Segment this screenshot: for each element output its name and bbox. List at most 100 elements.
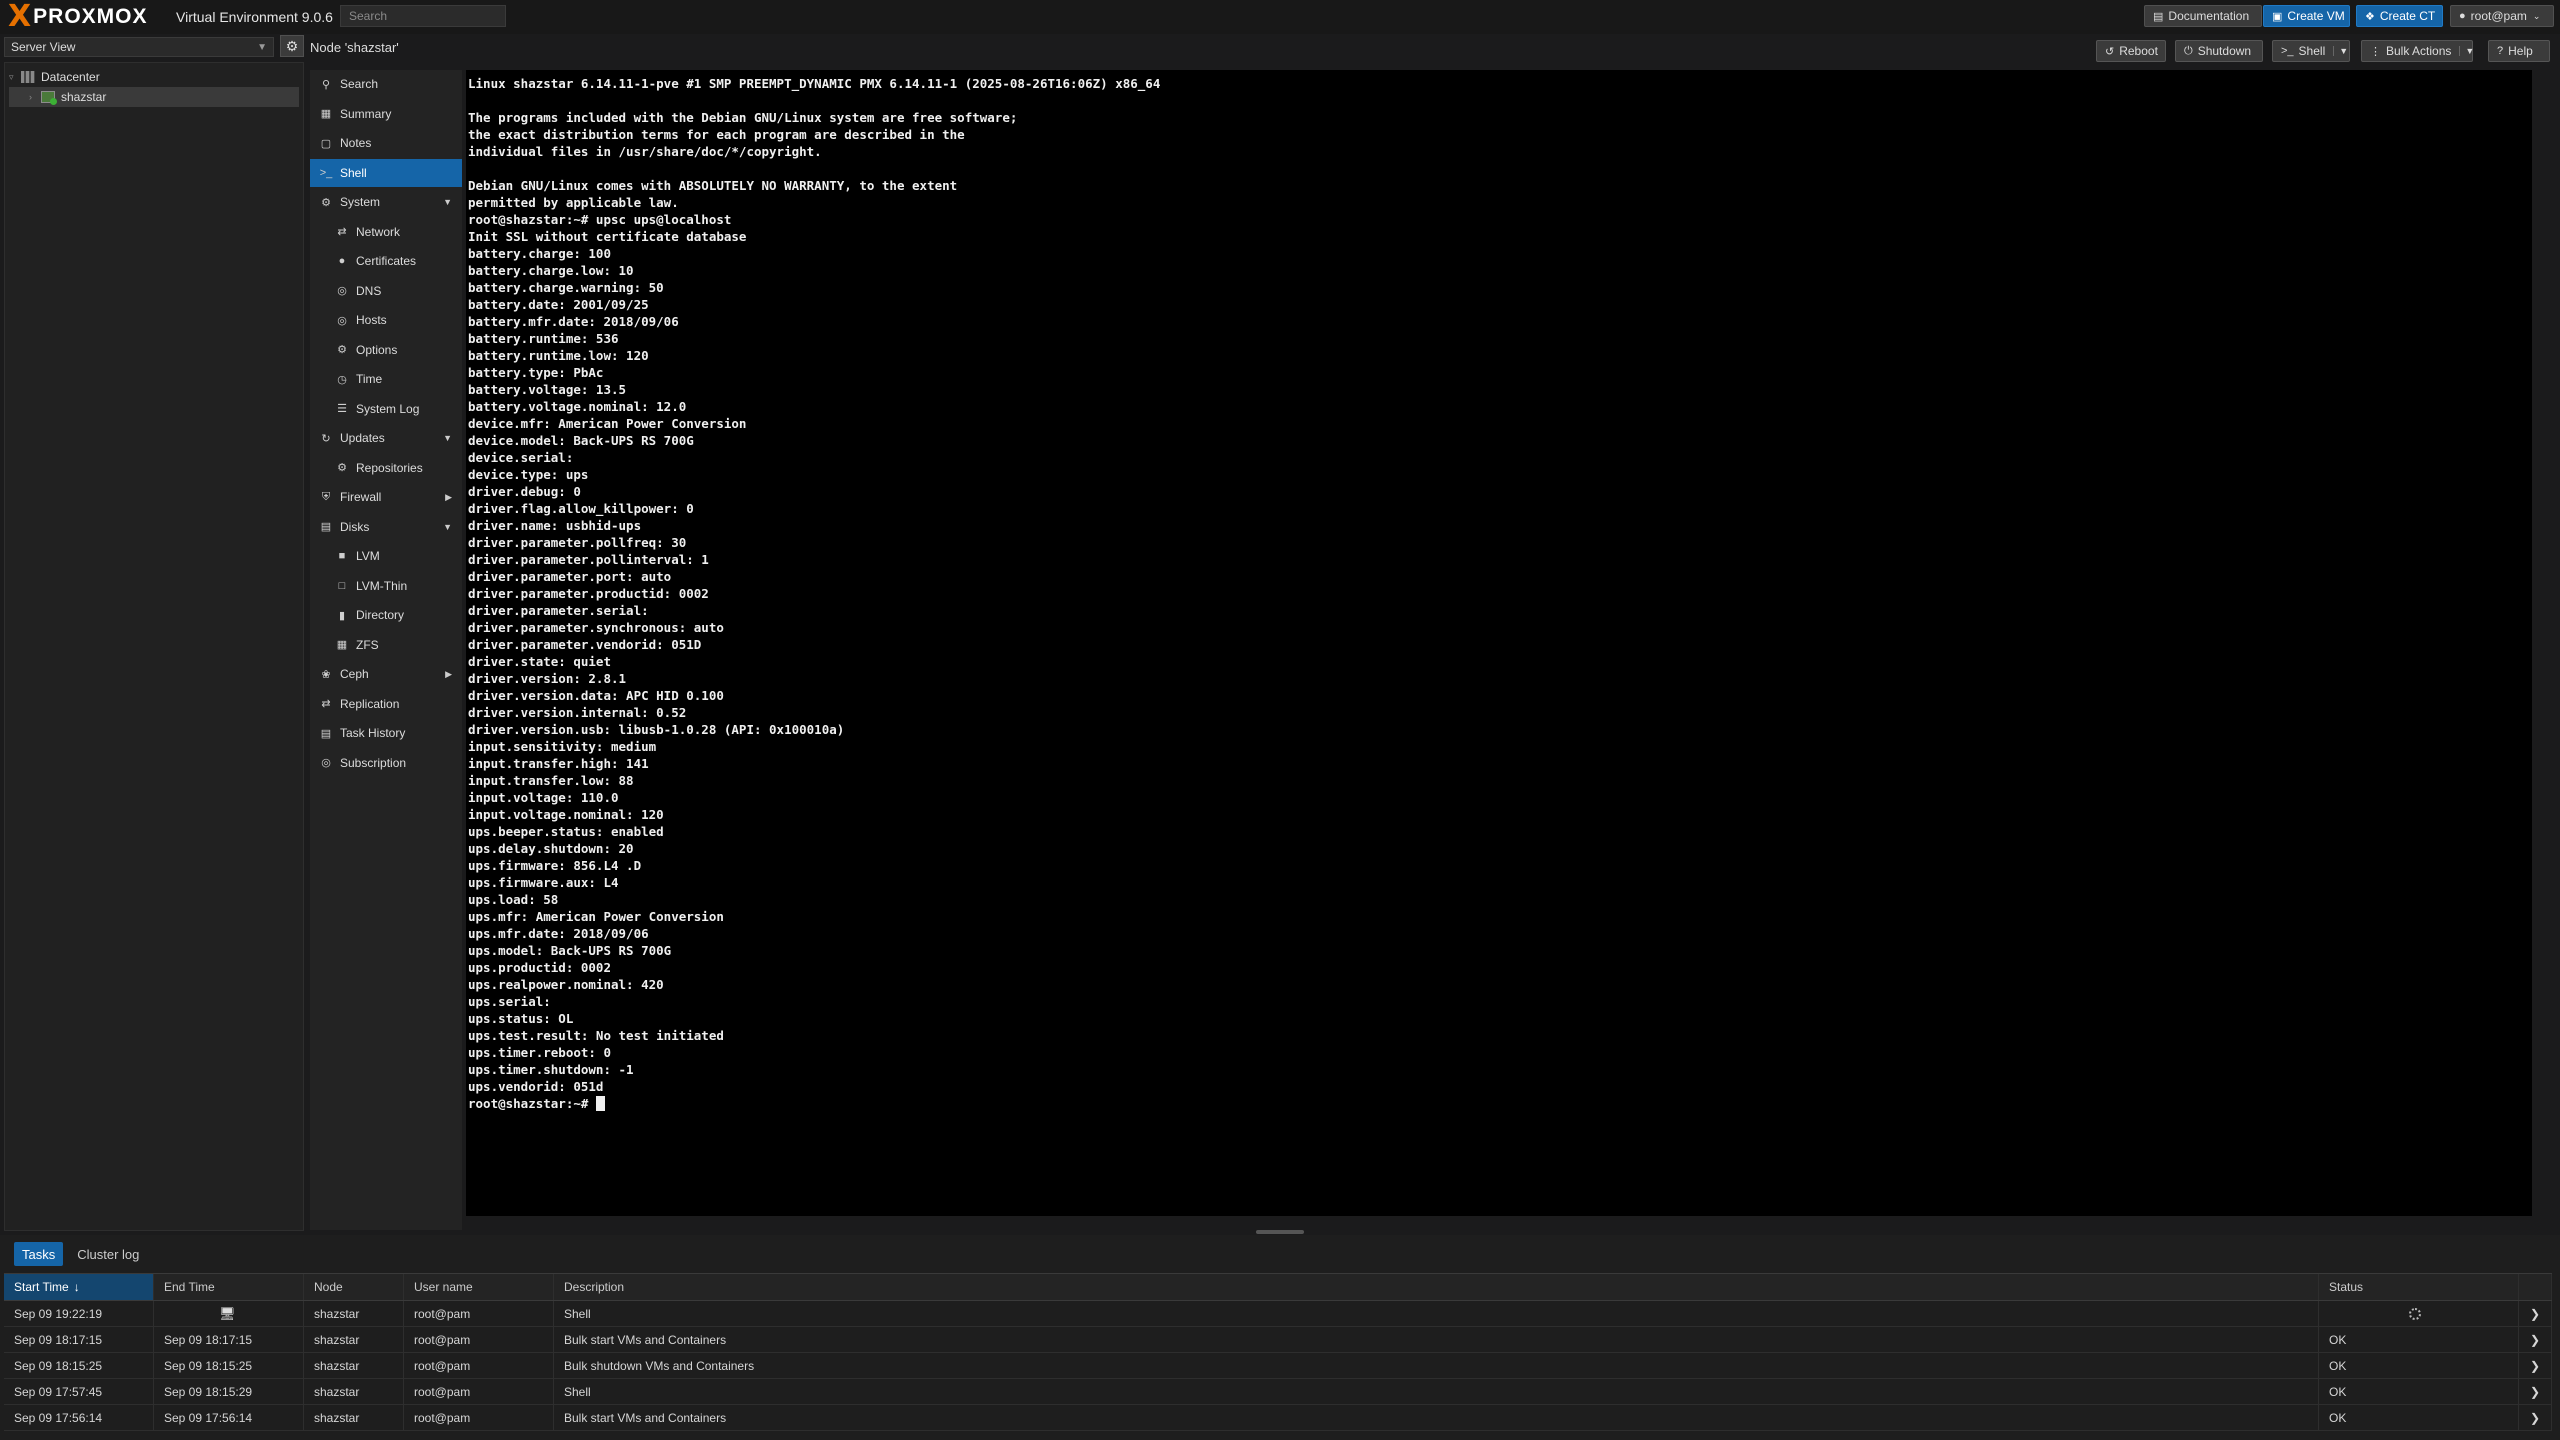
cell-node: shazstar	[304, 1405, 404, 1430]
column-start-time[interactable]: Start Time ↓	[4, 1274, 154, 1300]
menu-item-hosts[interactable]: ◎ Hosts	[310, 306, 462, 334]
chevron-down-icon: ▼	[2333, 46, 2348, 56]
column-end-time[interactable]: End Time	[154, 1274, 304, 1300]
tab-cluster-log[interactable]: Cluster log	[69, 1242, 147, 1266]
cell-user: root@pam	[404, 1353, 554, 1378]
cell-start: Sep 09 17:56:14	[4, 1405, 154, 1430]
caret-down-icon[interactable]: ▼	[443, 197, 452, 207]
menu-item-ceph[interactable]: ❀ Ceph ▶	[310, 660, 462, 688]
server-view-select[interactable]: Server View ▼	[4, 37, 274, 57]
cell-status: OK	[2319, 1327, 2519, 1352]
gear-icon[interactable]: ⚙	[280, 35, 304, 57]
monitor-icon: 🖥	[219, 1305, 236, 1321]
help-button[interactable]: ? Help	[2488, 40, 2550, 62]
cell-user: root@pam	[404, 1405, 554, 1430]
cell-end: Sep 09 18:15:29	[154, 1379, 304, 1404]
menu-item-label: DNS	[356, 283, 382, 298]
table-row[interactable]: Sep 09 17:56:14 Sep 09 17:56:14 shazstar ro…	[4, 1405, 2552, 1431]
ellipsis-icon: ⋮	[2370, 45, 2381, 58]
menu-item-subscription[interactable]: ◎ Subscription	[310, 749, 462, 777]
menu-item-label: Certificates	[356, 254, 417, 268]
column-status[interactable]: Status	[2319, 1274, 2519, 1300]
shell-terminal[interactable]: Linux shazstar 6.14.11-1-pve #1 SMP PREE…	[466, 70, 2532, 1216]
menu-item-zfs[interactable]: ▦ ZFS	[310, 631, 462, 659]
menu-item-label: Hosts	[356, 313, 387, 327]
collapse-icon[interactable]: ▿	[9, 72, 21, 83]
menu-item-updates[interactable]: ↻ Updates ▼	[310, 424, 462, 452]
caret-down-icon[interactable]: ▼	[443, 433, 452, 443]
chevron-right-icon[interactable]: ❯	[2519, 1379, 2552, 1404]
reboot-button[interactable]: ↺ Reboot	[2096, 40, 2166, 62]
menu-item-shell[interactable]: >_ Shell	[310, 158, 462, 187]
menu-item-certificates[interactable]: ● Certificates	[310, 247, 462, 275]
table-row[interactable]: Sep 09 18:15:25 Sep 09 18:15:25 shazstar ro…	[4, 1353, 2552, 1379]
menu-item-directory[interactable]: ▮ Directory	[310, 601, 462, 629]
tree-item-datacenter[interactable]: ▿ Datacenter	[9, 67, 299, 87]
bulk-actions-button[interactable]: ⋮ Bulk Actions ▼	[2361, 40, 2474, 62]
proxmox-logo[interactable]: X PROXMOX	[8, 2, 148, 32]
menu-item-label: Disks	[340, 519, 370, 534]
chevron-right-icon[interactable]: ❯	[2519, 1405, 2552, 1430]
table-row[interactable]: Sep 09 17:57:45 Sep 09 18:15:29 shazstar ro…	[4, 1379, 2552, 1405]
chevron-right-icon[interactable]: ❯	[2519, 1327, 2552, 1352]
menu-item-dns[interactable]: ◎ DNS	[310, 277, 462, 305]
menu-item-label: LVM	[356, 549, 380, 563]
menu-item-time[interactable]: ◷ Time	[310, 365, 462, 393]
caret-down-icon[interactable]: ▼	[443, 522, 452, 532]
tree-item-node[interactable]: › shazstar	[9, 87, 299, 107]
menu-item-label: Subscription	[340, 755, 407, 770]
menu-item-repositories[interactable]: ⚙ Repositories	[310, 454, 462, 482]
caret-right-icon[interactable]: ▶	[445, 669, 452, 680]
menu-item-label: Time	[356, 372, 383, 386]
chevron-right-icon[interactable]: ❯	[2519, 1353, 2552, 1378]
menu-item-notes[interactable]: ▢ Notes	[310, 129, 462, 157]
grid-header: Start Time ↓ End Time Node User name Desc…	[4, 1273, 2552, 1301]
cell-start: Sep 09 18:17:15	[4, 1327, 154, 1352]
column-user[interactable]: User name	[404, 1274, 554, 1300]
caret-right-icon[interactable]: ▶	[445, 492, 452, 503]
menu-item-replication[interactable]: ⇄ Replication	[310, 690, 462, 718]
menu-item-lvm-thin[interactable]: □ LVM-Thin	[310, 572, 462, 600]
cell-status: OK	[2319, 1379, 2519, 1404]
menu-item-system[interactable]: ⚙ System ▼	[310, 188, 462, 216]
cube-icon: ❖	[2365, 10, 2375, 23]
cell-user: root@pam	[404, 1327, 554, 1352]
cell-node: shazstar	[304, 1379, 404, 1404]
search-input[interactable]	[340, 5, 506, 27]
cell-node: shazstar	[304, 1301, 404, 1326]
menu-item-options[interactable]: ⚙ Options	[310, 336, 462, 364]
column-node[interactable]: Node	[304, 1274, 404, 1300]
user-menu-button[interactable]: ● root@pam ⌄	[2450, 5, 2554, 27]
cell-end: 🖥	[154, 1301, 304, 1326]
menu-item-system-log[interactable]: ☰ System Log	[310, 395, 462, 423]
menu-item-firewall[interactable]: ⛨ Firewall ▶	[310, 483, 462, 511]
top-bar: X PROXMOX Virtual Environment 9.0.6 ▤Doc…	[0, 0, 2560, 34]
column-description[interactable]: Description	[554, 1274, 2319, 1300]
table-row[interactable]: Sep 09 18:17:15 Sep 09 18:17:15 shazstar ro…	[4, 1327, 2552, 1353]
log-panel: Tasks Cluster log Start Time ↓ End Time N…	[0, 1235, 2560, 1440]
tab-tasks[interactable]: Tasks	[14, 1242, 64, 1266]
shell-button[interactable]: >_ Shell ▼	[2272, 40, 2350, 62]
menu-item-lvm[interactable]: ■ LVM	[310, 542, 462, 570]
menu-item-disks[interactable]: ▤ Disks ▼	[310, 513, 462, 541]
shutdown-button[interactable]: ⏻ Shutdown	[2175, 40, 2263, 62]
menu-item-network[interactable]: ⇄ Network	[310, 218, 462, 246]
menu-item-summary[interactable]: ▦ Summary	[310, 100, 462, 128]
menu-item-task-history[interactable]: ▤ Task History	[310, 719, 462, 747]
resource-tree: ▿ Datacenter › shazstar	[4, 62, 304, 1231]
square-outline-icon: □	[338, 579, 346, 592]
menu-item-label: Updates	[340, 431, 385, 445]
expand-icon[interactable]: ›	[29, 92, 41, 102]
create-vm-button[interactable]: ▣ Create VM	[2263, 5, 2350, 27]
cell-desc: Bulk start VMs and Containers	[554, 1405, 2319, 1430]
chevron-right-icon[interactable]: ❯	[2519, 1301, 2552, 1326]
documentation-button[interactable]: ▤ Documentation	[2144, 5, 2262, 27]
datacenter-icon	[21, 71, 35, 83]
cell-desc: Shell	[554, 1379, 2319, 1404]
chevron-down-icon: ▼	[257, 41, 267, 53]
menu-item-search[interactable]: ⚲ Search	[310, 70, 462, 98]
create-ct-button[interactable]: ❖ Create CT	[2356, 5, 2443, 27]
table-row[interactable]: Sep 09 19:22:19 🖥 shazstar root@pam Shell ❯	[4, 1301, 2552, 1327]
undo-icon: ↺	[2105, 45, 2115, 58]
resize-handle[interactable]	[1256, 1230, 1304, 1234]
